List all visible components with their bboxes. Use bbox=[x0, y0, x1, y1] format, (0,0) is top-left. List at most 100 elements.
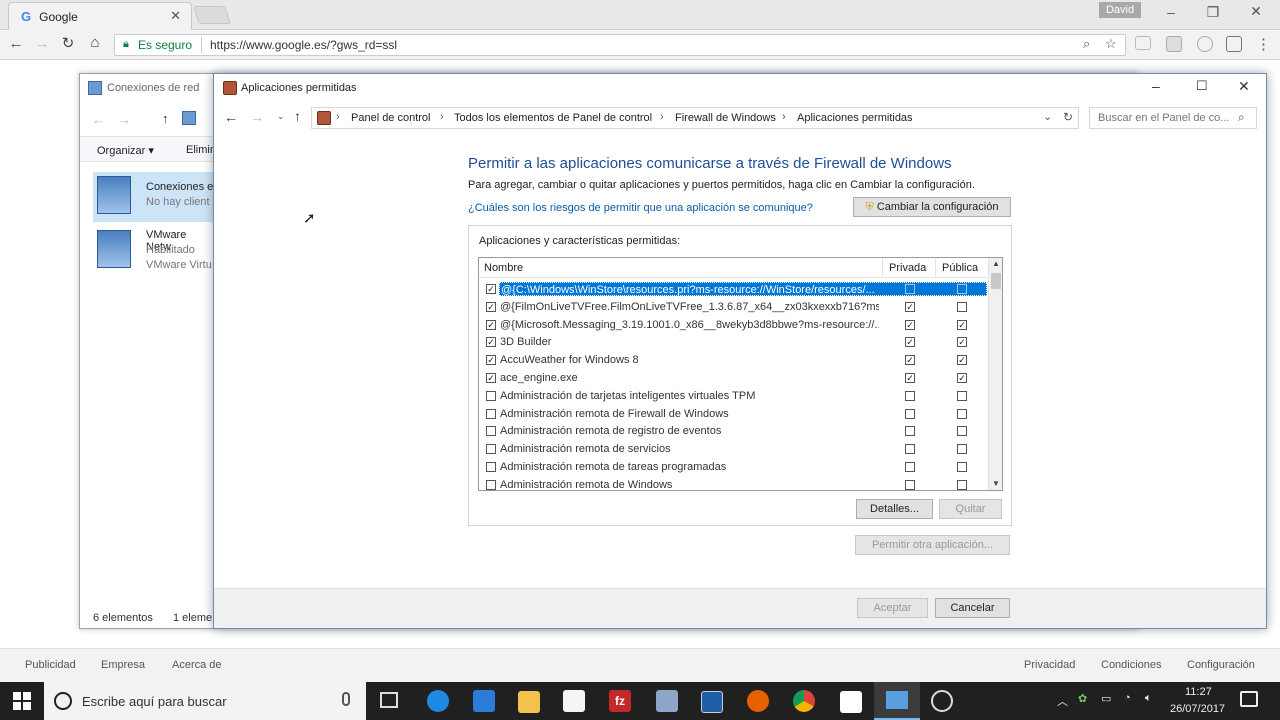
forward-icon[interactable]: → bbox=[32, 35, 52, 52]
app-enabled-checkbox[interactable]: ✓ bbox=[486, 301, 496, 312]
ok-button[interactable]: Aceptar bbox=[857, 598, 928, 618]
details-button[interactable]: Detalles... bbox=[856, 499, 933, 519]
private-network-checkbox[interactable]: ✓ bbox=[905, 355, 915, 366]
browser-tab[interactable]: G Google ✕ bbox=[8, 2, 192, 30]
column-header-public[interactable]: Pública bbox=[942, 262, 978, 274]
app-row[interactable]: Administración remota de tareas programa… bbox=[479, 458, 988, 476]
active-taskbar-item[interactable] bbox=[874, 682, 920, 720]
app-row[interactable]: ✓ AccuWeather for Windows 8 ✓ ✓ bbox=[479, 351, 988, 369]
mail-icon[interactable] bbox=[840, 691, 862, 713]
tray-network-icon[interactable]: ▭ bbox=[1101, 692, 1111, 705]
private-network-checkbox[interactable] bbox=[905, 390, 915, 401]
footer-link-settings[interactable]: Configuración bbox=[1187, 659, 1255, 671]
cancel-button[interactable]: Cancelar bbox=[935, 598, 1010, 618]
refresh-icon[interactable]: ↻ bbox=[1063, 110, 1073, 124]
new-tab-button[interactable] bbox=[193, 6, 231, 24]
app-enabled-checkbox[interactable]: ✓ bbox=[486, 355, 496, 366]
list-item-selected[interactable]: Conexiones e No hay client bbox=[93, 172, 214, 222]
app-enabled-checkbox[interactable] bbox=[486, 479, 496, 490]
allow-other-app-button[interactable]: Permitir otra aplicación... bbox=[855, 535, 1010, 555]
extension-puzzle-icon[interactable] bbox=[1166, 36, 1182, 52]
up-icon[interactable]: ↑ bbox=[294, 108, 301, 124]
scroll-up-icon[interactable]: ▲ bbox=[992, 259, 1000, 268]
extension-bird-icon[interactable] bbox=[1197, 36, 1213, 52]
private-network-checkbox[interactable] bbox=[905, 479, 915, 490]
public-network-checkbox[interactable]: ✓ bbox=[957, 319, 967, 330]
forward-icon[interactable]: → bbox=[118, 112, 131, 127]
monitor-app-icon[interactable] bbox=[701, 691, 723, 713]
url-text[interactable]: https://www.google.es/?gws_rd=ssl bbox=[210, 38, 397, 52]
close-tab-icon[interactable]: ✕ bbox=[170, 8, 181, 24]
app-enabled-checkbox[interactable] bbox=[486, 390, 496, 401]
clock-date[interactable]: 26/07/2017 bbox=[1170, 703, 1225, 715]
search-input[interactable]: Buscar en el Panel de co... ⌕ bbox=[1089, 107, 1257, 129]
public-network-checkbox[interactable] bbox=[957, 284, 967, 294]
dropdown-chevron-icon[interactable]: ⌄ bbox=[1043, 110, 1052, 123]
minimize-icon[interactable]: – bbox=[1156, 4, 1186, 20]
public-network-checkbox[interactable]: ✓ bbox=[957, 373, 967, 383]
taskbar-search-box[interactable]: Escribe aquí para buscar bbox=[44, 682, 366, 720]
public-network-checkbox[interactable] bbox=[957, 408, 967, 419]
back-icon[interactable]: ← bbox=[6, 35, 26, 52]
app-enabled-checkbox[interactable]: ✓ bbox=[486, 337, 496, 348]
app-row[interactable]: Administración de tarjetas inteligentes … bbox=[479, 387, 988, 405]
back-icon[interactable]: ← bbox=[92, 112, 105, 127]
app-row[interactable]: ✓ @{Microsoft.Messaging_3.19.1001.0_x86__… bbox=[479, 316, 988, 334]
footer-link-business[interactable]: Empresa bbox=[101, 659, 145, 671]
tray-app-icon[interactable]: ✿ bbox=[1078, 692, 1087, 705]
app-row[interactable]: ✓ 3D Builder ✓ ✓ bbox=[479, 333, 988, 351]
file-explorer-icon[interactable] bbox=[518, 691, 540, 713]
cortana-icon[interactable] bbox=[54, 692, 72, 710]
app-row[interactable]: Administración remota de servicios bbox=[479, 440, 988, 458]
private-network-checkbox[interactable]: ✓ bbox=[905, 319, 915, 330]
extension-bag-icon[interactable] bbox=[1226, 36, 1242, 52]
private-network-checkbox[interactable]: ✓ bbox=[905, 301, 915, 312]
minimize-icon[interactable]: – bbox=[1152, 78, 1160, 94]
apps-list[interactable]: Nombre Privada Pública ✓ @{C:\Windows\Win… bbox=[478, 257, 1003, 491]
private-network-checkbox[interactable] bbox=[905, 462, 915, 472]
app-row[interactable]: ✓ @{FilmOnLiveTVFree.FilmOnLiveTVFree_1.3… bbox=[479, 298, 988, 316]
change-settings-button[interactable]: ⛨ Cambiar la configuración bbox=[853, 197, 1011, 217]
app-enabled-checkbox[interactable]: ✓ bbox=[486, 319, 496, 330]
footer-link-about[interactable]: Acerca de bbox=[172, 659, 222, 671]
app-enabled-checkbox[interactable] bbox=[486, 426, 496, 437]
user-badge[interactable]: David bbox=[1099, 2, 1141, 18]
public-network-checkbox[interactable] bbox=[957, 390, 967, 401]
private-network-checkbox[interactable]: ✓ bbox=[905, 373, 915, 383]
breadcrumb[interactable]: › Panel de control › Todos los elementos… bbox=[311, 107, 1079, 129]
app-enabled-checkbox[interactable] bbox=[486, 444, 496, 455]
app-enabled-checkbox[interactable] bbox=[486, 462, 496, 472]
private-network-checkbox[interactable] bbox=[905, 426, 915, 437]
delete-button[interactable]: Elimin bbox=[186, 144, 216, 156]
app-row[interactable]: Administración remota de Windows bbox=[479, 476, 988, 490]
public-network-checkbox[interactable] bbox=[957, 426, 967, 437]
app-enabled-checkbox[interactable] bbox=[486, 408, 496, 419]
bookmark-star-icon[interactable]: ☆ bbox=[1105, 36, 1117, 52]
public-network-checkbox[interactable] bbox=[957, 462, 967, 472]
breadcrumb-item[interactable]: Panel de control bbox=[351, 112, 431, 124]
firefox-icon[interactable] bbox=[747, 690, 769, 712]
address-bar[interactable]: 🔒︎ Es seguro https://www.google.es/?gws_… bbox=[114, 34, 1126, 56]
camera-app-icon[interactable] bbox=[931, 690, 953, 712]
close-icon[interactable]: ✕ bbox=[1238, 78, 1250, 95]
private-network-checkbox[interactable] bbox=[905, 408, 915, 419]
app-row[interactable]: ✓ @{C:\Windows\WinStore\resources.pri?ms-… bbox=[479, 280, 988, 298]
breadcrumb-item[interactable]: Firewall de Windows bbox=[675, 112, 776, 124]
column-header-private[interactable]: Privada bbox=[889, 262, 926, 274]
private-network-checkbox[interactable] bbox=[905, 444, 915, 455]
up-icon[interactable]: ↑ bbox=[162, 111, 169, 126]
app-enabled-checkbox[interactable]: ✓ bbox=[486, 284, 496, 294]
back-icon[interactable]: ← bbox=[224, 109, 238, 125]
public-network-checkbox[interactable] bbox=[957, 479, 967, 490]
list-item[interactable]: VMware Netw Habilitado VMware Virtu bbox=[93, 226, 214, 274]
app-row[interactable]: Administración remota de Firewall de Win… bbox=[479, 405, 988, 423]
recent-chevron-icon[interactable]: ⌄ bbox=[277, 111, 285, 122]
zoom-icon[interactable]: ⌕ bbox=[1083, 36, 1090, 52]
scroll-down-icon[interactable]: ▼ bbox=[992, 479, 1000, 488]
menu-icon[interactable]: ⋮ bbox=[1256, 35, 1271, 53]
column-header-name[interactable]: Nombre bbox=[484, 262, 523, 274]
scrollbar[interactable]: ▲ ▼ bbox=[988, 258, 1002, 490]
windows-start-icon[interactable] bbox=[13, 692, 31, 710]
task-view-icon[interactable] bbox=[380, 692, 398, 708]
home-icon[interactable]: ⌂ bbox=[85, 34, 105, 51]
